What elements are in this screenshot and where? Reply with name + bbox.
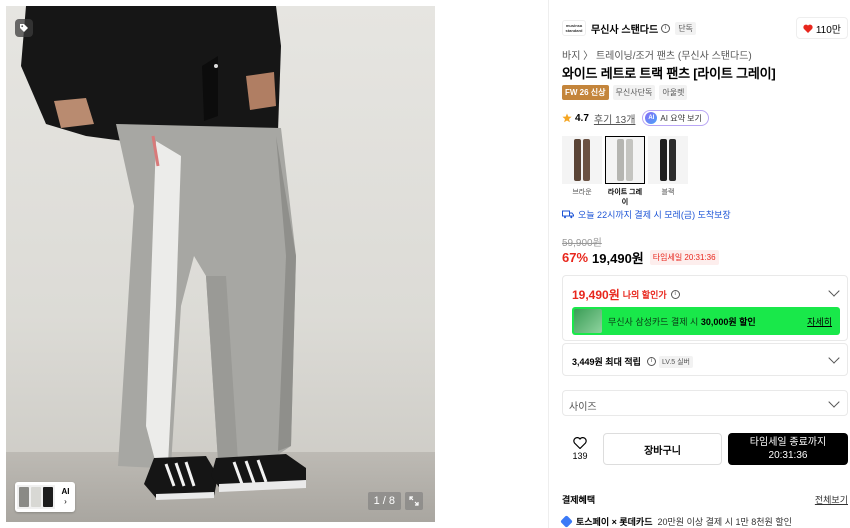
brand-row: musinsa standard 무신사 스탠다드 i 단독 110만 (562, 17, 848, 39)
sale-price: 19,490원 (592, 251, 644, 266)
swatch-label: 브라운 (572, 189, 592, 196)
like-toggle[interactable]: 139 (562, 437, 598, 461)
ai-icon: AI (645, 112, 658, 124)
chevron-down-icon[interactable] (828, 352, 840, 364)
swatch-image (648, 136, 688, 184)
product-photo (21, 6, 306, 500)
brand-name[interactable]: 무신사 스탠다드 (591, 21, 658, 36)
my-discount-row: 19,490원 나의 할인가 i (572, 286, 680, 303)
buy-now-button[interactable]: 타임세일 종료까지 20:31:36 (728, 433, 848, 465)
swatch-light-gray[interactable]: 라이트 그레이 (605, 136, 645, 207)
my-discount-box[interactable]: 19,490원 나의 할인가 i 무신사 삼성카드 결제 시 30,000원 할… (562, 275, 848, 341)
image-page-indicator: 1 / 8 (367, 492, 401, 510)
points-box[interactable]: 3,449원 최대 적립 i LV.5 실버 (562, 343, 848, 376)
new-season-badge: FW 26 신상 (562, 85, 609, 100)
image-thumbnail-strip[interactable]: AI › (15, 482, 75, 512)
my-discount-price: 19,490원 (572, 288, 620, 302)
thumbnail-ai-label: AI › (61, 487, 70, 506)
star-icon (562, 113, 572, 123)
swatch-brown[interactable]: 브라운 (562, 136, 602, 207)
original-price: 59,900원 (562, 238, 602, 249)
rating-score: 4.7 (575, 112, 589, 124)
info-icon[interactable]: i (661, 23, 671, 33)
my-discount-label: 나의 할인가 (622, 290, 667, 300)
swatch-label: 블랙 (661, 189, 675, 196)
ai-summary-label: AI 요약 보기 (660, 113, 702, 123)
size-select-label: 사이즈 (569, 402, 597, 413)
buy-button-line1: 타임세일 종료까지 (749, 437, 827, 448)
expand-icon[interactable] (405, 492, 423, 510)
payment-benefits-title: 결제혜택 (562, 495, 596, 505)
points-amount: 3,449원 최대 적립 (572, 357, 641, 367)
swatch-image (605, 136, 645, 184)
card-image (574, 309, 602, 333)
chevron-down-icon[interactable] (828, 285, 840, 297)
color-swatches: 브라운 라이트 그레이 블랙 (562, 136, 688, 207)
points-row: 3,449원 최대 적립 i LV.5 실버 (572, 355, 694, 368)
buy-button-timer: 20:31:36 (768, 450, 808, 461)
breadcrumb[interactable]: 바지 〉 트레이닝/조거 팬츠 (무신사 스탠다드) (562, 47, 752, 62)
product-info-panel: musinsa standard 무신사 스탠다드 i 단독 110만 바지 〉… (560, 0, 850, 528)
outlet-badge: 아울렛 (659, 85, 688, 100)
like-button[interactable]: 110만 (795, 17, 848, 39)
ai-summary-button[interactable]: AI AI 요약 보기 (642, 110, 709, 126)
delivery-text: 오늘 22시까지 결제 시 모레(금) 도착보장 (578, 210, 731, 220)
promo-details-link[interactable]: 자세히 (807, 315, 832, 328)
heart-outline-icon (573, 437, 587, 450)
product-image-gallery[interactable]: AI › 1 / 8 (6, 6, 435, 522)
info-icon[interactable]: i (646, 357, 656, 366)
swatch-black[interactable]: 블랙 (648, 136, 688, 207)
tag-icon[interactable] (15, 19, 33, 37)
pay-brand: 토스페이 × 롯데카드 (576, 517, 653, 527)
payment-benefits-header: 결제혜택 전체보기 (562, 493, 848, 506)
panel-divider (548, 0, 549, 528)
pay-benefit-desc: 20만원 이상 결제 시 1만 8천원 할인 (657, 517, 792, 527)
heart-icon (803, 24, 813, 33)
exclusive-badge: 무신사단독 (612, 85, 656, 100)
member-level-badge: LV.5 실버 (658, 355, 694, 368)
price-row: 67% 19,490원 타임세일 20:31:36 (562, 248, 719, 267)
timesale-badge: 타임세일 20:31:36 (649, 250, 719, 265)
truck-icon (562, 210, 574, 219)
like-toggle-count: 139 (572, 451, 588, 461)
review-count-link[interactable]: 후기 13개 (594, 111, 636, 126)
chevron-down-icon (828, 396, 840, 408)
discount-rate: 67% (562, 250, 589, 265)
add-to-cart-button[interactable]: 장바구니 (603, 433, 722, 465)
size-select[interactable]: 사이즈 (562, 390, 848, 416)
product-badges: FW 26 신상 무신사단독 아울렛 (562, 85, 688, 100)
card-promo-banner[interactable]: 무신사 삼성카드 결제 시 30,000원 할인 자세히 (572, 307, 840, 335)
rating-row: 4.7 후기 13개 AI AI 요약 보기 (562, 110, 709, 126)
purchase-actions: 139 장바구니 타임세일 종료까지 20:31:36 (562, 432, 850, 466)
swatch-label: 라이트 그레이 (607, 189, 643, 206)
brand-logo[interactable]: musinsa standard (562, 20, 586, 36)
toss-pay-icon (560, 515, 573, 528)
like-count: 110만 (815, 24, 841, 36)
promo-text: 무신사 삼성카드 결제 시 30,000원 할인 (608, 316, 756, 327)
delivery-guarantee[interactable]: 오늘 22시까지 결제 시 모레(금) 도착보장 (562, 208, 731, 221)
info-icon[interactable]: i (670, 290, 680, 299)
product-title: 와이드 레트로 트랙 팬츠 [라이트 그레이] (562, 66, 776, 81)
thumbnail-image (17, 485, 55, 509)
swatch-image (562, 136, 602, 184)
payment-benefit-item[interactable]: 토스페이 × 롯데카드 20만원 이상 결제 시 1만 8천원 할인 (560, 515, 792, 528)
exclusive-badge: 단독 (675, 21, 696, 35)
view-all-link[interactable]: 전체보기 (815, 493, 848, 506)
